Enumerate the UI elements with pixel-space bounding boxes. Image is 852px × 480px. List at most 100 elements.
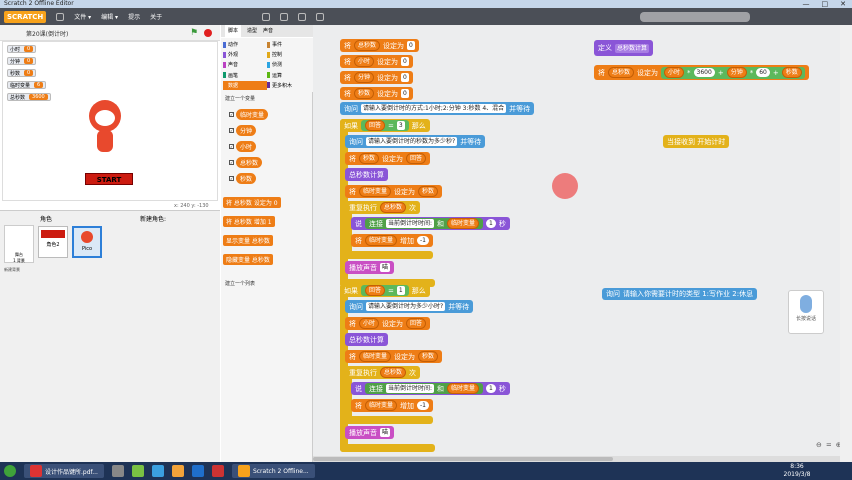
duplicate-icon[interactable] — [262, 12, 271, 21]
change-block[interactable]: 将临时变量 增加 -1 — [351, 234, 433, 247]
tab-scripts[interactable]: 脚本 — [225, 25, 242, 37]
if-block[interactable]: 如果 回答 = 1 那么 — [340, 284, 430, 297]
globe-icon[interactable] — [56, 12, 65, 21]
app-icon[interactable] — [211, 465, 224, 477]
scratch-logo[interactable]: SCRATCH — [4, 10, 47, 23]
if-block[interactable]: 如果 回答 = 3 那么 — [340, 119, 430, 132]
category-2[interactable]: 外观 — [223, 50, 267, 59]
green-flag-icon[interactable]: ⚑ — [190, 28, 198, 38]
set-block-1[interactable]: 将小时 设定为 0 — [340, 55, 413, 68]
checkbox[interactable]: ✓ — [229, 128, 234, 133]
stage-thumb[interactable]: 舞台 1 背景 — [4, 225, 34, 263]
zoom-out-icon[interactable]: ⊖ — [816, 441, 822, 449]
ask-input[interactable]: 请输入要倒计时为多少小时? — [366, 302, 446, 311]
var-reporter[interactable]: 临时变量 — [236, 109, 269, 120]
tab-costumes[interactable]: 造型 — [247, 25, 257, 37]
var-item[interactable]: ✓ 小时 — [229, 141, 257, 152]
repeat-block[interactable]: 重复执行 总秒数次 — [345, 201, 421, 214]
category-7[interactable]: 运算 — [267, 71, 311, 80]
checkbox[interactable]: ✓ — [229, 144, 234, 149]
stage-canvas[interactable]: 小时 0 分钟 0 秒数 0 临时变量 6 总秒数 3600 START — [2, 41, 218, 201]
zoom-reset-icon[interactable]: = — [826, 441, 832, 449]
define-block[interactable]: 定义 总秒数计算 — [594, 40, 654, 56]
join-operator[interactable]: 连接 当前倒计时时间: 和临时变量 — [365, 218, 484, 229]
cond-input[interactable]: 1 — [396, 286, 405, 295]
equals-operator[interactable]: 回答 = 1 — [361, 285, 409, 296]
set-block-3[interactable]: 将秒数 设定为 0 — [340, 87, 413, 100]
minimize-button[interactable]: — — [803, 0, 810, 8]
set-from-answer[interactable]: 将小时 设定为 回答 — [345, 317, 431, 330]
shrink-icon[interactable] — [316, 12, 325, 21]
value-input[interactable]: 0 — [401, 73, 409, 82]
delete-icon[interactable] — [280, 12, 289, 21]
explorer-icon[interactable] — [111, 465, 124, 477]
start-icon[interactable] — [4, 465, 16, 477]
category-4[interactable]: 声音 — [223, 60, 267, 69]
scripts-area[interactable]: 将总秒数 设定为 0 将小时 设定为 0 将分钟 设定为 0 将秒数 设定为 0 询问 请输入要倒计时的方… — [313, 25, 842, 462]
broadcast-hat[interactable]: 当接收到 开始计时 — [663, 135, 730, 148]
start-sprite[interactable]: START — [85, 173, 133, 185]
tab-sounds[interactable]: 声音 — [263, 25, 273, 37]
category-9[interactable]: 更多积木 — [267, 81, 311, 90]
grow-icon[interactable] — [298, 12, 307, 21]
make-list-button[interactable]: 建立一个列表 — [225, 280, 255, 287]
var-item[interactable]: ✓ 秒数 — [229, 173, 257, 184]
secs-input[interactable]: 1 — [486, 384, 496, 393]
category-6[interactable]: 画笔 — [223, 71, 267, 80]
category-0[interactable]: 动作 — [223, 40, 267, 49]
palette-set-block[interactable]: 将 总秒数 设定为 0 — [223, 197, 281, 208]
checkbox[interactable]: ✓ — [229, 160, 234, 165]
num-input[interactable]: 3600 — [693, 68, 715, 77]
play-sound-block[interactable]: 播放声音喵 — [345, 426, 395, 439]
play-sound-block[interactable]: 播放声音喵 — [345, 261, 395, 274]
var-reporter[interactable]: 总秒数 — [236, 157, 263, 168]
join-input[interactable]: 当前倒计时时间: — [386, 384, 435, 393]
var-item[interactable]: ✓ 临时变量 — [229, 109, 269, 120]
value-input[interactable]: 0 — [407, 41, 415, 50]
menu-about[interactable]: 关于 — [150, 12, 162, 21]
sprite-thumb-pico[interactable]: Pico — [72, 226, 102, 258]
say-block[interactable]: 说连接 当前倒计时时间: 和临时变量 1 秒 — [351, 382, 510, 395]
pico-sprite[interactable] — [85, 100, 125, 160]
close-button[interactable]: ✕ — [840, 0, 846, 8]
var-reporter[interactable]: 分钟 — [236, 125, 257, 136]
change-input[interactable]: -1 — [417, 236, 429, 245]
menu-tips[interactable]: 提示 — [128, 12, 140, 21]
category-3[interactable]: 控制 — [267, 50, 311, 59]
category-1[interactable]: 事件 — [267, 40, 311, 49]
var-reporter[interactable]: 秒数 — [236, 173, 257, 184]
vertical-scrollbar[interactable] — [840, 25, 852, 462]
new-backdrop[interactable]: 新建背景 — [4, 267, 20, 273]
folder-icon[interactable] — [171, 465, 184, 477]
set-block-2[interactable]: 将分钟 设定为 0 — [340, 71, 413, 84]
define-set-block[interactable]: 将总秒数 设定为 小时 * 3600 + 分钟 * 60 + 秒数 — [594, 65, 809, 80]
cond-input[interactable]: 3 — [396, 121, 405, 130]
category-5[interactable]: 侦测 — [267, 60, 311, 69]
checkbox[interactable]: ✓ — [229, 176, 234, 181]
make-variable-button[interactable]: 建立一个变量 — [225, 95, 255, 102]
value-input[interactable]: 0 — [401, 57, 409, 66]
taskbar-pdf[interactable]: 设计作品键所.pdf... — [24, 464, 104, 478]
stop-icon[interactable] — [204, 29, 212, 37]
num-input[interactable]: 60 — [756, 68, 770, 77]
add-operator[interactable]: 小时 * 3600 + 分钟 * 60 + 秒数 — [661, 66, 805, 79]
say-block[interactable]: 说连接 当前倒计时时间: 和临时变量 1 秒 — [351, 217, 510, 230]
browser-icon[interactable] — [151, 465, 164, 477]
var-reporter[interactable]: 小时 — [236, 141, 257, 152]
set-from-answer[interactable]: 将秒数 设定为 回答 — [345, 152, 431, 165]
menu-file[interactable]: 文件 ▾ — [74, 12, 91, 21]
var-item[interactable]: ✓ 分钟 — [229, 125, 257, 136]
ask-input[interactable]: 请输入要倒计时的秒数为多少秒? — [366, 137, 458, 146]
palette-change-block[interactable]: 将 总秒数 增加 1 — [223, 216, 275, 227]
join-input[interactable]: 当前倒计时时间: — [386, 219, 435, 228]
checkbox[interactable]: ✓ — [229, 112, 234, 117]
equals-operator[interactable]: 回答 = 3 — [361, 120, 409, 131]
sprite-thumb-2[interactable]: 角色2 — [38, 226, 68, 258]
maximize-button[interactable]: □ — [822, 0, 829, 8]
project-title[interactable]: 第20课(倒计时) — [26, 29, 68, 38]
palette-show-block[interactable]: 显示变量 总秒数 — [223, 235, 273, 246]
palette-hide-block[interactable]: 隐藏变量 总秒数 — [223, 254, 273, 265]
ask-block[interactable]: 询问 请输入要倒计时为多少小时? 并等待 — [345, 300, 474, 313]
android-icon[interactable] — [131, 465, 144, 477]
taskbar-scratch[interactable]: Scratch 2 Offline... — [231, 464, 315, 478]
